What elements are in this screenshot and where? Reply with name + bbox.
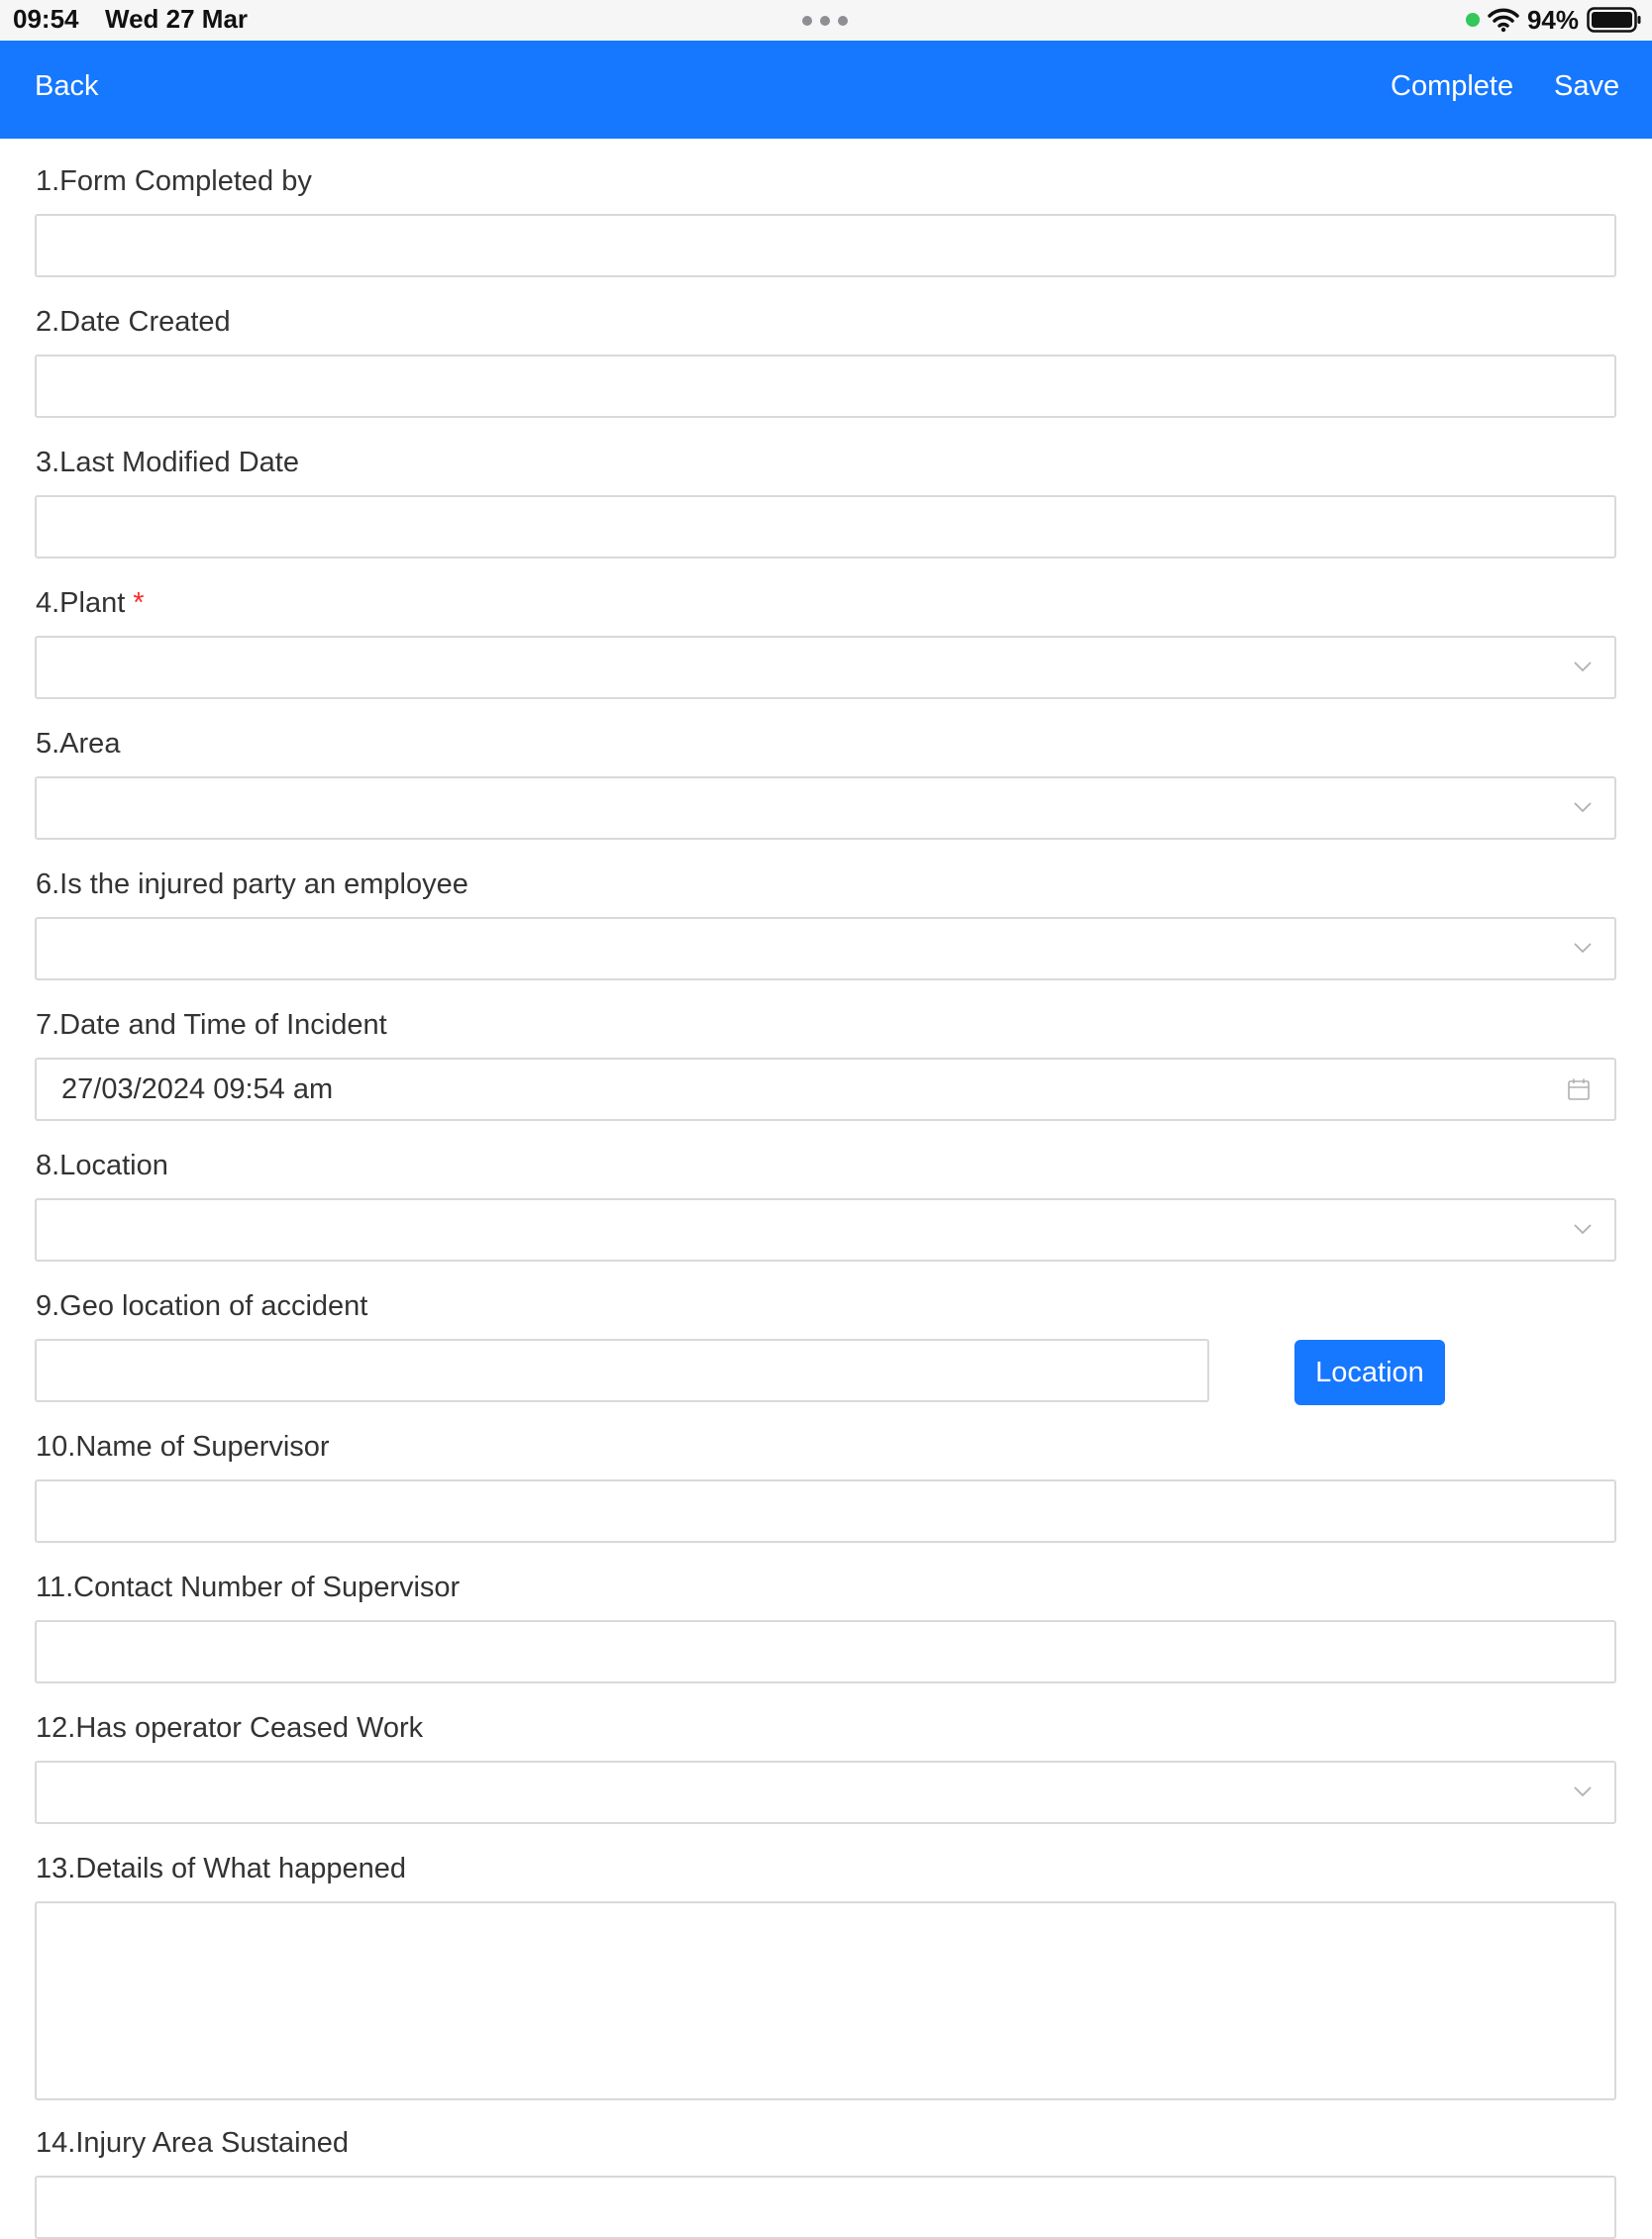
- get-location-button[interactable]: Location: [1294, 1340, 1445, 1405]
- back-button[interactable]: Back: [35, 70, 98, 103]
- operator-ceased-work-label: 12.Has operator Ceased Work: [36, 1712, 424, 1744]
- plant-select[interactable]: [35, 636, 1616, 699]
- top-nav-bar: Back Complete Save: [0, 41, 1652, 139]
- date-created-input[interactable]: [35, 355, 1616, 418]
- incident-datetime-label: 7.Date and Time of Incident: [36, 1009, 387, 1041]
- chevron-down-icon: [1574, 662, 1592, 672]
- plant-label-text: 4.Plant: [36, 587, 126, 619]
- chevron-down-icon: [1574, 802, 1592, 813]
- status-indicators: 94%: [1465, 4, 1642, 36]
- wifi-icon: [1488, 8, 1519, 33]
- chevron-down-icon: [1574, 1224, 1592, 1235]
- form-completed-by-input[interactable]: [35, 214, 1616, 277]
- supervisor-name-label: 10.Name of Supervisor: [36, 1431, 330, 1463]
- geo-location-input[interactable]: [35, 1339, 1209, 1402]
- incident-datetime-picker[interactable]: 27/03/2024 09:54 am: [35, 1058, 1616, 1121]
- geo-location-label: 9.Geo location of accident: [36, 1290, 368, 1322]
- details-label: 13.Details of What happened: [36, 1853, 407, 1884]
- form-completed-by-label: 1.Form Completed by: [36, 165, 312, 197]
- area-label: 5.Area: [36, 728, 121, 760]
- save-button[interactable]: Save: [1554, 70, 1619, 103]
- battery-percent: 94%: [1526, 4, 1579, 35]
- status-bar: 09:54 Wed 27 Mar 94%: [0, 0, 1652, 41]
- supervisor-name-input[interactable]: [35, 1479, 1616, 1543]
- supervisor-contact-label: 11.Contact Number of Supervisor: [36, 1572, 461, 1603]
- injured-party-employee-select[interactable]: [35, 917, 1616, 980]
- plant-label: 4.Plant *: [36, 587, 145, 620]
- battery-icon: [1587, 7, 1641, 33]
- incident-datetime-value: 27/03/2024 09:54 am: [61, 1073, 334, 1105]
- operator-ceased-work-select[interactable]: [35, 1761, 1616, 1824]
- location-label: 8.Location: [36, 1150, 168, 1181]
- camera-in-use-icon: [1465, 13, 1480, 27]
- status-date: Wed 27 Mar: [105, 4, 249, 34]
- details-textarea[interactable]: [35, 1901, 1616, 2100]
- injury-area-label: 14.Injury Area Sustained: [36, 2127, 349, 2159]
- chevron-down-icon: [1574, 1786, 1592, 1797]
- required-marker: *: [133, 587, 145, 619]
- supervisor-contact-input[interactable]: [35, 1620, 1616, 1683]
- last-modified-date-input[interactable]: [35, 495, 1616, 559]
- multitasking-dots-icon[interactable]: [801, 15, 849, 27]
- area-select[interactable]: [35, 776, 1616, 840]
- status-time: 09:54: [13, 4, 79, 34]
- injured-party-employee-label: 6.Is the injured party an employee: [36, 868, 468, 900]
- complete-button[interactable]: Complete: [1391, 70, 1513, 103]
- location-select[interactable]: [35, 1198, 1616, 1262]
- injury-area-input[interactable]: [35, 2176, 1616, 2239]
- calendar-icon: [1568, 1078, 1590, 1100]
- last-modified-date-label: 3.Last Modified Date: [36, 447, 299, 478]
- date-created-label: 2.Date Created: [36, 306, 231, 338]
- chevron-down-icon: [1574, 943, 1592, 954]
